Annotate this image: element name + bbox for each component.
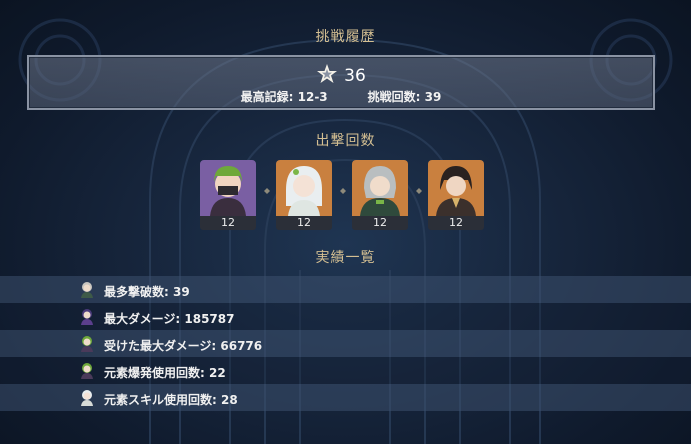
character-usage-count: 12 [200, 216, 256, 230]
achievements-title: 実績一覧 [315, 250, 376, 266]
achievement-text: 元素爆発使用回数: 22 [104, 366, 226, 380]
character-avatar-icon [81, 336, 93, 352]
character-4-icon [428, 160, 484, 216]
history-title: 挑戦履歴 [315, 29, 376, 45]
star-count-row: 36 [29, 64, 653, 86]
character-card[interactable]: 12 [276, 160, 332, 230]
character-2-icon [276, 160, 332, 216]
character-avatar-icon [81, 390, 93, 406]
character-avatar-icon [81, 309, 93, 325]
achievement-text: 最大ダメージ: 185787 [104, 312, 235, 326]
character-usage-list: 12 12 12 12 [200, 160, 485, 230]
separator-diamond-icon [340, 188, 346, 194]
character-usage-count: 12 [276, 216, 332, 230]
character-1-icon [200, 160, 256, 216]
character-card[interactable]: 12 [428, 160, 484, 230]
achievement-row: 元素爆発使用回数: 22 [0, 357, 691, 384]
character-avatar-icon [81, 363, 93, 379]
character-card[interactable]: 12 [200, 160, 256, 230]
best-record-label: 最高記録: 12-3 [240, 90, 328, 104]
attempts-label: 挑戦回数: 39 [367, 90, 442, 104]
achievement-text: 元素スキル使用回数: 28 [104, 393, 238, 407]
achievement-row: 最多撃破数: 39 [0, 276, 691, 303]
achievement-row: 元素スキル使用回数: 28 [0, 384, 691, 411]
separator-diamond-icon [416, 188, 422, 194]
achievement-row: 受けた最大ダメージ: 66776 [0, 330, 691, 357]
character-usage-count: 12 [428, 216, 484, 230]
achievement-text: 最多撃破数: 39 [104, 285, 190, 299]
sortie-title: 出撃回数 [315, 133, 376, 149]
achievements-list: 最多撃破数: 39 最大ダメージ: 185787 受けた最大ダメージ: 6677… [0, 276, 691, 411]
character-card[interactable]: 12 [352, 160, 408, 230]
abyss-star-icon [317, 64, 338, 83]
star-count: 36 [344, 66, 366, 86]
character-3-icon [352, 160, 408, 216]
achievement-row: 最大ダメージ: 185787 [0, 303, 691, 330]
record-panel: 36 最高記録: 12-3 挑戦回数: 39 [27, 55, 655, 110]
character-avatar-icon [81, 282, 93, 298]
achievement-text: 受けた最大ダメージ: 66776 [104, 339, 263, 353]
character-usage-count: 12 [352, 216, 408, 230]
separator-diamond-icon [264, 188, 270, 194]
